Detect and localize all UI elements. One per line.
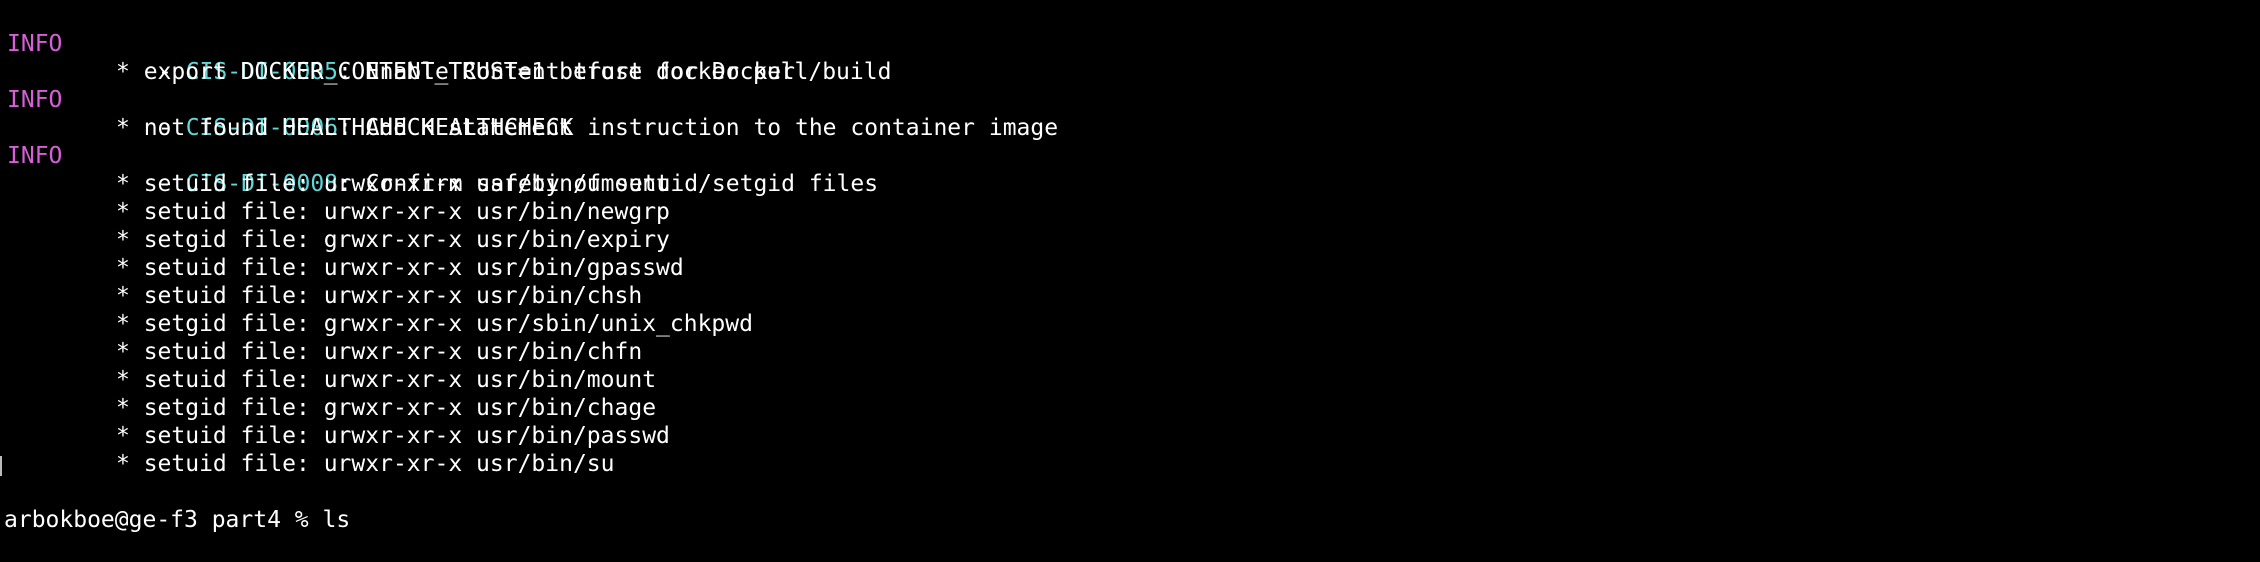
log-detail-line: * setuid file: urwxr-xr-x usr/bin/passwd <box>0 394 2260 449</box>
log-detail-line: * setuid file: urwxr-xr-x usr/bin/newgrp <box>0 170 2260 225</box>
log-detail-line: * export DOCKER_CONTENT_TRUST=1 before d… <box>0 30 2260 85</box>
log-detail-line: * setuid file: urwxr-xr-x usr/bin/gpassw… <box>0 226 2260 281</box>
line-marker <box>0 456 2 476</box>
log-detail-line: * not found HEALTHCHECK statement <box>0 86 2260 141</box>
terminal-window[interactable]: INFO - CIS-DI-0005: Enable Content trust… <box>0 0 2260 533</box>
log-line: INFO - CIS-DI-0005: Enable Content trust… <box>0 2 2260 85</box>
log-detail-line: * setuid file: urwxr-xr-x usr/bin/su <box>0 422 2260 477</box>
log-detail-line: * setuid file: urwxr-xr-x usr/bin/umount <box>0 142 2260 197</box>
log-detail-line: * setgid file: grwxr-xr-x usr/sbin/unix_… <box>0 282 2260 337</box>
log-detail-line: * setuid file: urwxr-xr-x usr/bin/mount <box>0 338 2260 393</box>
log-line: INFO - CIS-DI-0006: Add HEALTHCHECK inst… <box>0 58 2260 141</box>
log-detail-line: * setuid file: urwxr-xr-x usr/bin/chfn <box>0 310 2260 365</box>
log-detail-line: * setgid file: grwxr-xr-x usr/bin/chage <box>0 366 2260 421</box>
shell-prompt[interactable]: arbokboe@ge-f3 part4 % ls <box>4 506 350 534</box>
log-detail-line: * setgid file: grwxr-xr-x usr/bin/expiry <box>0 198 2260 253</box>
log-line: INFO - CIS-DI-0008: Confirm safety of se… <box>0 114 2260 197</box>
log-detail-line: * setuid file: urwxr-xr-x usr/bin/chsh <box>0 254 2260 309</box>
